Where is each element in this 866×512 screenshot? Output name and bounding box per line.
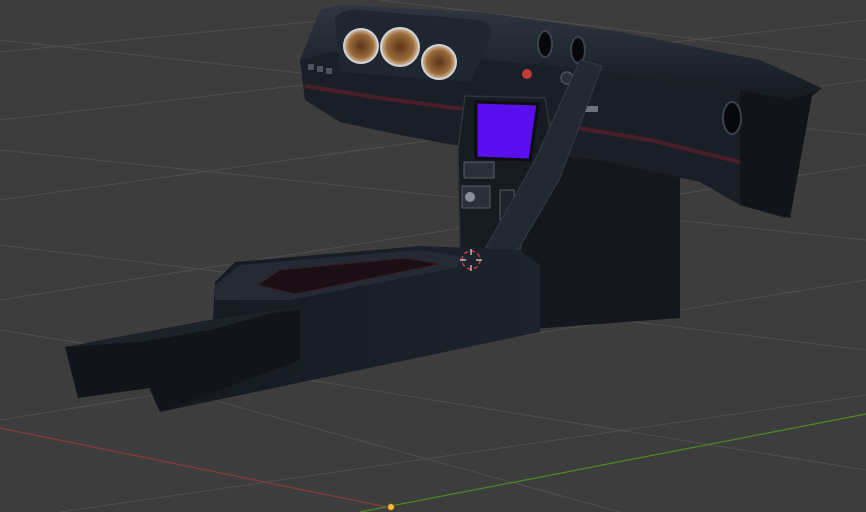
right-vent-icon [722,101,742,135]
center-gauge-icon [380,27,420,67]
left-gauge-icon [343,28,379,64]
center-vent-left-icon [537,30,553,58]
right-gauge-icon [421,44,457,80]
origin-point-icon [387,503,395,511]
dashboard-end-cap [740,88,822,218]
viewport-canvas[interactable] [0,0,866,512]
dashboard-model[interactable] [65,5,822,412]
center-vent-right-icon [570,36,586,64]
3d-viewport[interactable] [0,0,866,512]
x-axis-line [0,427,393,509]
infotainment-screen [474,100,540,162]
red-button-icon [522,69,532,79]
